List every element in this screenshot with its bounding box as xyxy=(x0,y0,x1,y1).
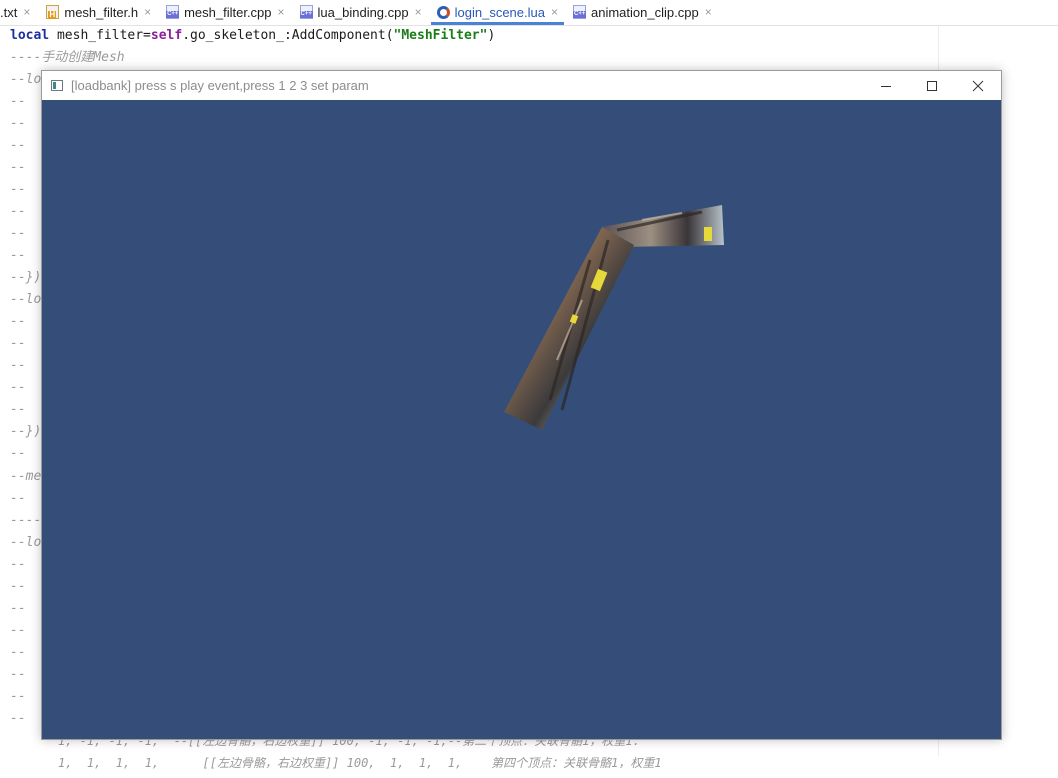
app-window-icon xyxy=(51,80,63,91)
comment-line: -- xyxy=(10,248,26,263)
close-button[interactable] xyxy=(955,71,1001,100)
tab-label: animation_clip.cpp xyxy=(591,4,699,20)
close-icon[interactable]: × xyxy=(705,5,712,19)
minimize-icon xyxy=(881,85,891,87)
close-icon[interactable]: × xyxy=(23,5,30,19)
maximize-icon xyxy=(927,80,937,91)
tab-lua-binding-cpp[interactable]: lua_binding.cpp × xyxy=(294,0,428,24)
app-window[interactable]: [loadbank] press s play event,press 1 2 … xyxy=(41,70,1002,740)
comment-line: -- xyxy=(10,116,26,131)
comment-line: --}) xyxy=(10,270,42,285)
close-icon[interactable]: × xyxy=(415,5,422,19)
comment-line: --me xyxy=(10,469,42,484)
tab-label: mesh_filter.cpp xyxy=(184,4,272,20)
window-title: [loadbank] press s play event,press 1 2 … xyxy=(71,78,369,93)
comment-line: --lo xyxy=(10,72,42,87)
cpp-file-icon xyxy=(166,5,180,19)
comment-line: -- xyxy=(10,402,26,417)
comment-line: -- xyxy=(10,667,26,682)
keyword: local xyxy=(10,28,50,43)
lua-file-icon xyxy=(436,5,450,19)
tab-login-scene-lua[interactable]: login_scene.lua × xyxy=(430,0,565,25)
comment-line: -- xyxy=(10,160,26,175)
tab-animation-clip-cpp[interactable]: animation_clip.cpp × xyxy=(567,0,718,24)
maximize-button[interactable] xyxy=(909,71,955,100)
tab-txt[interactable]: .txt × xyxy=(0,0,36,24)
comment-line: -- xyxy=(10,182,26,197)
tab-label: lua_binding.cpp xyxy=(317,4,409,20)
code-line-partial: 1, 1, 1, 1, [[左边骨骼，右边权重]] 100, 1, 1, 1, … xyxy=(58,756,662,770)
skinned-mesh-render xyxy=(504,205,724,430)
comment-line: -- xyxy=(10,601,26,616)
window-controls xyxy=(863,71,1001,100)
comment-line: -- xyxy=(10,579,26,594)
tab-label: login_scene.lua xyxy=(454,4,545,20)
code-line: local mesh_filter=self.go_skeleton_:AddC… xyxy=(10,25,495,47)
close-icon[interactable]: × xyxy=(551,5,558,19)
code-text: .go_skeleton_:AddComponent( xyxy=(182,28,394,43)
cpp-file-icon xyxy=(299,5,313,19)
comment-line: -- xyxy=(10,336,26,351)
comment-line: -- xyxy=(10,491,26,506)
string-literal: "MeshFilter" xyxy=(393,28,488,43)
comment-line: -- xyxy=(10,446,26,461)
close-icon xyxy=(972,80,984,91)
comment-line: -- xyxy=(10,358,26,373)
render-viewport[interactable] xyxy=(42,100,1001,739)
comment-line: -- xyxy=(10,138,26,153)
comment-line: --}) xyxy=(10,424,42,439)
comment-line: -- xyxy=(10,645,26,660)
tab-mesh-filter-cpp[interactable]: mesh_filter.cpp × xyxy=(160,0,290,24)
comment-line: --lo xyxy=(10,535,42,550)
comment-line: -- xyxy=(10,314,26,329)
code-text: mesh_filter= xyxy=(49,28,151,43)
comment-line: ---- xyxy=(10,513,42,528)
comment-line: ----手动创建Mesh xyxy=(10,50,125,65)
code-text: ) xyxy=(487,28,496,43)
comment-line: -- xyxy=(10,204,26,219)
comment-line: -- xyxy=(10,226,26,241)
minimize-button[interactable] xyxy=(863,71,909,100)
close-icon[interactable]: × xyxy=(144,5,151,19)
close-icon[interactable]: × xyxy=(278,5,285,19)
tab-label: .txt xyxy=(0,4,18,20)
comment-line: -- xyxy=(10,689,26,704)
comment-line: -- xyxy=(10,557,26,572)
cpp-file-icon xyxy=(573,5,587,19)
comment-line: -- xyxy=(10,94,26,109)
comment-line: --lo xyxy=(10,292,42,307)
tab-label: mesh_filter.h xyxy=(64,4,139,20)
window-title-bar[interactable]: [loadbank] press s play event,press 1 2 … xyxy=(42,71,1001,100)
comment-line: -- xyxy=(10,380,26,395)
header-file-icon xyxy=(46,5,60,19)
self-keyword: self xyxy=(150,28,183,43)
comment-line: -- xyxy=(10,711,26,726)
tab-mesh-filter-h[interactable]: mesh_filter.h × xyxy=(40,0,157,24)
comment-line: -- xyxy=(10,623,26,638)
editor-tab-bar: .txt × mesh_filter.h × mesh_filter.cpp ×… xyxy=(0,0,1058,26)
texture-highlight xyxy=(704,227,712,241)
